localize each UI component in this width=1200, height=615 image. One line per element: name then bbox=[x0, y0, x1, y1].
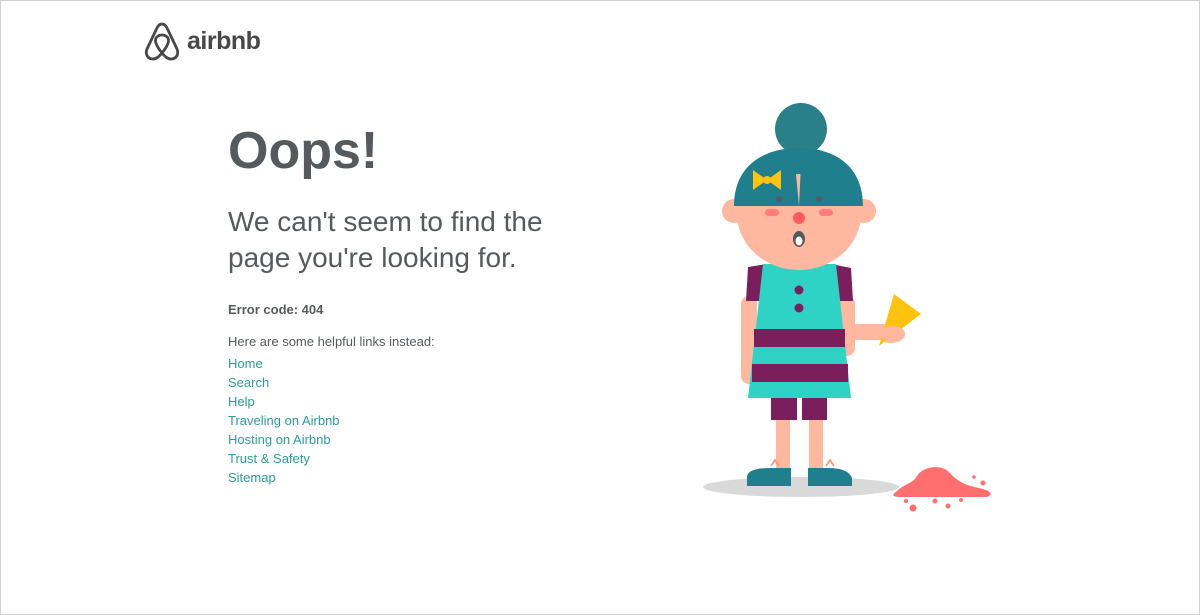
page-title: Oops! bbox=[228, 122, 379, 180]
link-sitemap[interactable]: Sitemap bbox=[228, 470, 276, 485]
ice-cream-splat-icon bbox=[893, 467, 991, 512]
list-item: Search bbox=[228, 373, 648, 392]
error-message: We can't seem to find the page you're lo… bbox=[228, 206, 543, 273]
page-frame: airbnb Oops! We can't seem to find the p… bbox=[0, 0, 1200, 615]
link-trust-safety[interactable]: Trust & Safety bbox=[228, 451, 310, 466]
girl-dropped-ice-cream-illustration bbox=[703, 103, 991, 512]
ground-shadow bbox=[703, 477, 899, 497]
helpful-links-intro: Here are some helpful links instead: bbox=[228, 334, 435, 349]
list-item: Hosting on Airbnb bbox=[228, 430, 648, 449]
link-home[interactable]: Home bbox=[228, 356, 263, 371]
link-traveling[interactable]: Traveling on Airbnb bbox=[228, 413, 340, 428]
list-item: Sitemap bbox=[228, 468, 648, 487]
error-content: Oops! We can't seem to find the page you… bbox=[228, 121, 648, 487]
list-item: Home bbox=[228, 354, 648, 373]
brand-name: airbnb bbox=[187, 26, 261, 55]
list-item: Help bbox=[228, 392, 648, 411]
error-code: Error code: 404 bbox=[228, 302, 324, 317]
airbnb-belo-icon bbox=[144, 22, 180, 61]
link-help[interactable]: Help bbox=[228, 394, 255, 409]
link-hosting[interactable]: Hosting on Airbnb bbox=[228, 432, 331, 447]
helpful-links-list: Home Search Help Traveling on Airbnb Hos… bbox=[228, 354, 648, 487]
link-search[interactable]: Search bbox=[228, 375, 269, 390]
list-item: Trust & Safety bbox=[228, 449, 648, 468]
hair-bun bbox=[775, 103, 827, 155]
list-item: Traveling on Airbnb bbox=[228, 411, 648, 430]
airbnb-logo[interactable]: airbnb bbox=[143, 21, 261, 61]
